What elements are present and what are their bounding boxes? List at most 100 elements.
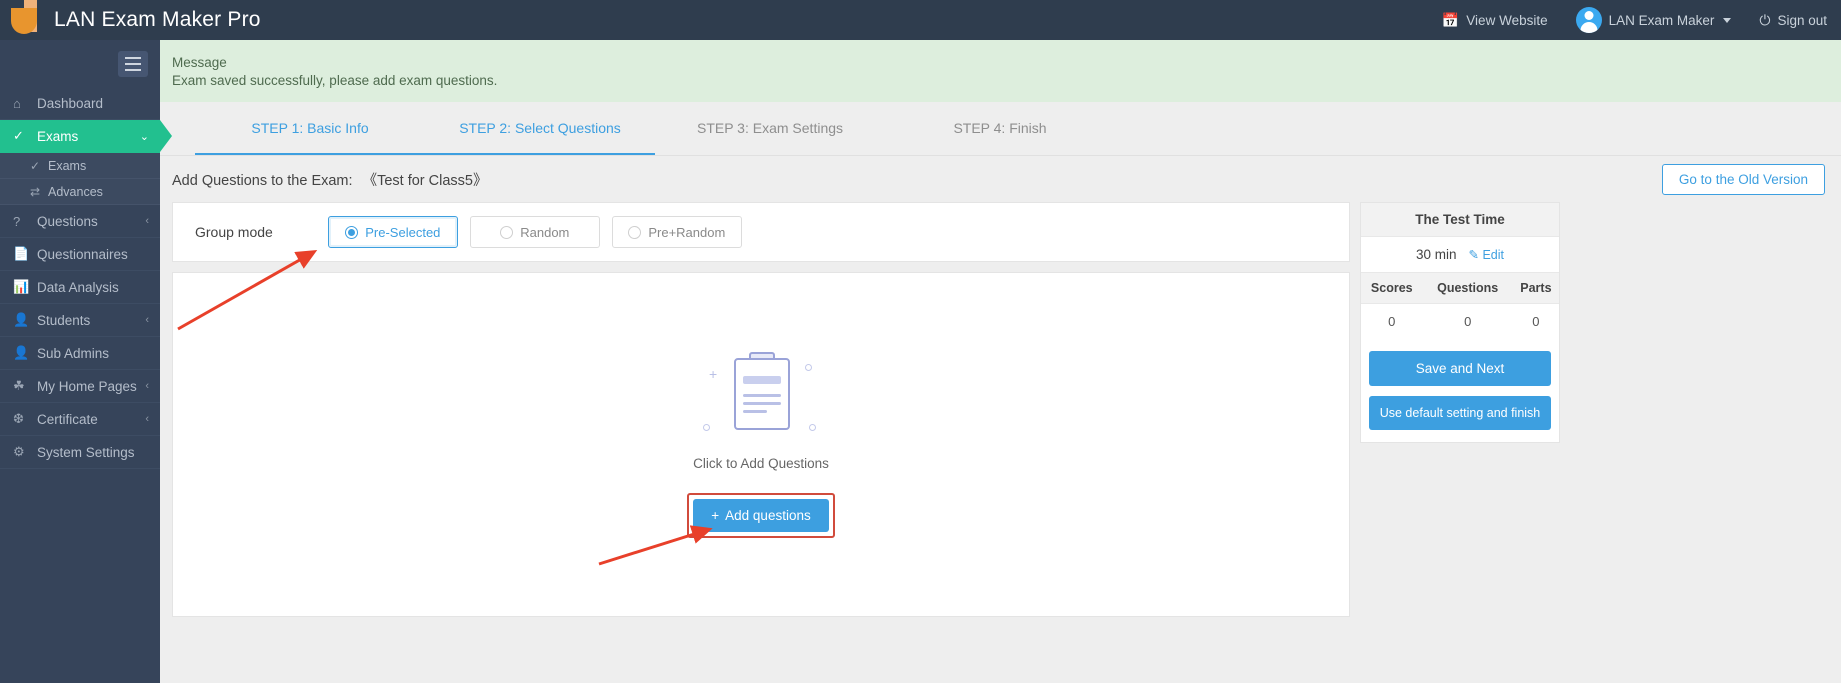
group-mode-option-label: Pre-Selected — [365, 224, 441, 240]
tab-step-2-label: STEP 2: Select Questions — [459, 120, 621, 136]
column-header-scores: Scores — [1361, 272, 1423, 304]
bar-chart-icon: 📊 — [13, 279, 30, 294]
sidebar-item-questions[interactable]: ? Questions ‹ — [0, 205, 160, 238]
chevron-left-icon: ‹ — [145, 314, 149, 326]
save-and-next-button[interactable]: Save and Next — [1369, 351, 1551, 386]
tab-step-4[interactable]: STEP 4: Finish — [885, 102, 1115, 155]
user-icon: 👤 — [13, 345, 30, 360]
sidebar-item-questionnaires[interactable]: 📄 Questionnaires — [0, 238, 160, 271]
group-mode-label: Group mode — [195, 224, 273, 240]
main-content: Message Exam saved successfully, please … — [160, 40, 1841, 683]
left-column: Group mode Pre-Selected Random Pre+Rando… — [172, 202, 1350, 617]
hamburger-icon[interactable] — [118, 50, 148, 77]
tab-step-2[interactable]: STEP 2: Select Questions — [425, 102, 655, 155]
leaf-icon: ☘ — [13, 378, 25, 393]
sidebar-item-label: Questionnaires — [37, 246, 128, 262]
group-mode-option-random[interactable]: Random — [469, 216, 600, 248]
sidebar-subitem-exams[interactable]: ✓ Exams — [0, 153, 160, 179]
sidebar-item-sub-admins[interactable]: 👤 Sub Admins — [0, 337, 160, 370]
sidebar-item-my-home-pages[interactable]: ☘ My Home Pages ‹ — [0, 370, 160, 403]
sidebar-item-certificate[interactable]: ❆ Certificate ‹ — [0, 403, 160, 436]
group-mode-option-pre-random[interactable]: Pre+Random — [611, 216, 742, 248]
user-icon: 👤 — [13, 312, 30, 327]
sidebar-item-label: My Home Pages — [37, 378, 137, 394]
add-questions-button[interactable]: + Add questions — [693, 498, 829, 532]
j-logo-icon — [9, 0, 37, 40]
sidebar-subitem-advances[interactable]: ⇄ Advances — [0, 179, 160, 205]
group-mode-option-pre-selected[interactable]: Pre-Selected — [327, 216, 458, 248]
plus-icon: + — [711, 507, 720, 523]
empty-questions-panel: + Click to Add Questions + Add questions — [172, 272, 1350, 617]
user-name-label: LAN Exam Maker — [1608, 12, 1715, 28]
view-website-label: View Website — [1466, 12, 1548, 28]
home-icon: ⌂ — [13, 95, 21, 111]
chevron-left-icon: ‹ — [145, 215, 149, 227]
sidebar-subitem-label: Advances — [48, 184, 103, 199]
user-menu[interactable]: LAN Exam Maker — [1562, 0, 1746, 40]
add-questions-highlight: + Add questions — [687, 492, 835, 538]
tab-step-4-label: STEP 4: Finish — [953, 120, 1047, 136]
right-column: The Test Time 30 min ✎ Edit Scores Quest… — [1360, 202, 1560, 617]
test-time-row: 30 min ✎ Edit — [1361, 237, 1559, 272]
sidebar-item-label: Certificate — [37, 411, 98, 427]
test-time-header: The Test Time — [1361, 203, 1559, 237]
empty-state-text: Click to Add Questions — [693, 455, 829, 471]
edit-time-button[interactable]: ✎ Edit — [1469, 247, 1505, 262]
circle-decoration-icon — [703, 423, 710, 431]
app-title: LAN Exam Maker Pro — [54, 8, 261, 31]
add-questions-label: Add questions — [725, 507, 811, 523]
test-time-value: 30 min — [1415, 247, 1457, 262]
column-header-questions: Questions — [1422, 272, 1513, 304]
user-avatar-icon — [1575, 7, 1602, 33]
circle-decoration-icon — [809, 423, 816, 431]
message-title: Message — [172, 55, 227, 70]
sidebar-item-label: Exams — [37, 128, 79, 144]
gear-icon: ⚙ — [13, 444, 25, 459]
check-circle-icon: ✓ — [13, 128, 24, 143]
tab-step-3-label: STEP 3: Exam Settings — [696, 120, 844, 136]
sign-out-button[interactable]: ⏻ Sign out — [1745, 0, 1841, 40]
chevron-left-icon: ‹ — [145, 380, 149, 392]
sidebar-subitem-label: Exams — [48, 158, 87, 173]
sidebar-item-students[interactable]: 👤 Students ‹ — [0, 304, 160, 337]
chevron-down-icon: ⌄ — [139, 130, 149, 143]
tab-step-1-label: STEP 1: Basic Info — [251, 120, 369, 136]
sidebar-item-dashboard[interactable]: ⌂ Dashboard — [0, 87, 160, 120]
exam-name: 《Test for Class5》 — [362, 172, 488, 189]
top-bar: LAN Exam Maker Pro 📅 View Website LAN Ex… — [0, 0, 1841, 40]
sidebar: ⌂ Dashboard ✓ Exams ⌄ ✓ Exams ⇄ Advances… — [0, 40, 172, 683]
sidebar-item-label: Questions — [37, 213, 98, 229]
tab-step-1[interactable]: STEP 1: Basic Info — [195, 102, 425, 155]
question-circle-icon: ? — [13, 213, 21, 229]
sidebar-item-system-settings[interactable]: ⚙ System Settings — [0, 436, 160, 469]
app-logo[interactable] — [0, 0, 46, 40]
table-row: 0 0 0 — [1361, 304, 1559, 340]
message-text: Exam saved successfully, please add exam… — [172, 73, 498, 88]
chevron-left-icon: ‹ — [145, 413, 149, 425]
view-website-link[interactable]: 📅 View Website — [1428, 0, 1562, 40]
pencil-icon: ✎ — [1468, 248, 1479, 262]
edit-label: Edit — [1482, 248, 1505, 262]
check-circle-icon: ✓ — [30, 158, 41, 173]
sign-out-label: Sign out — [1777, 12, 1827, 28]
sidebar-item-label: Dashboard — [37, 95, 104, 111]
page-title-label: Add Questions to the Exam: — [172, 172, 353, 189]
radio-icon — [628, 225, 642, 239]
sidebar-item-exams[interactable]: ✓ Exams ⌄ — [0, 120, 172, 153]
test-time-card: The Test Time 30 min ✎ Edit Scores Quest… — [1360, 202, 1560, 443]
page-subheader: Add Questions to the Exam: 《Test for Cla… — [160, 156, 1841, 202]
sidebar-item-label: System Settings — [37, 444, 135, 460]
plus-decoration-icon: + — [709, 365, 718, 382]
page-title: Add Questions to the Exam: 《Test for Cla… — [172, 169, 487, 190]
sidebar-item-label: Data Analysis — [37, 279, 119, 295]
top-bar-right: 📅 View Website LAN Exam Maker ⏻ Sign out — [1428, 0, 1841, 40]
sidebar-item-data-analysis[interactable]: 📊 Data Analysis — [0, 271, 160, 304]
step-tabs: STEP 1: Basic Info STEP 2: Select Questi… — [160, 102, 1841, 156]
go-to-old-version-button[interactable]: Go to the Old Version — [1661, 163, 1825, 195]
table-header-row: Scores Questions Parts — [1361, 272, 1559, 304]
use-default-and-finish-button[interactable]: Use default setting and finish — [1369, 396, 1551, 430]
clipboard-add-icon: + — [701, 351, 821, 442]
tab-step-3[interactable]: STEP 3: Exam Settings — [655, 102, 885, 155]
radio-icon — [345, 225, 359, 239]
badge-icon: ❆ — [13, 411, 24, 426]
